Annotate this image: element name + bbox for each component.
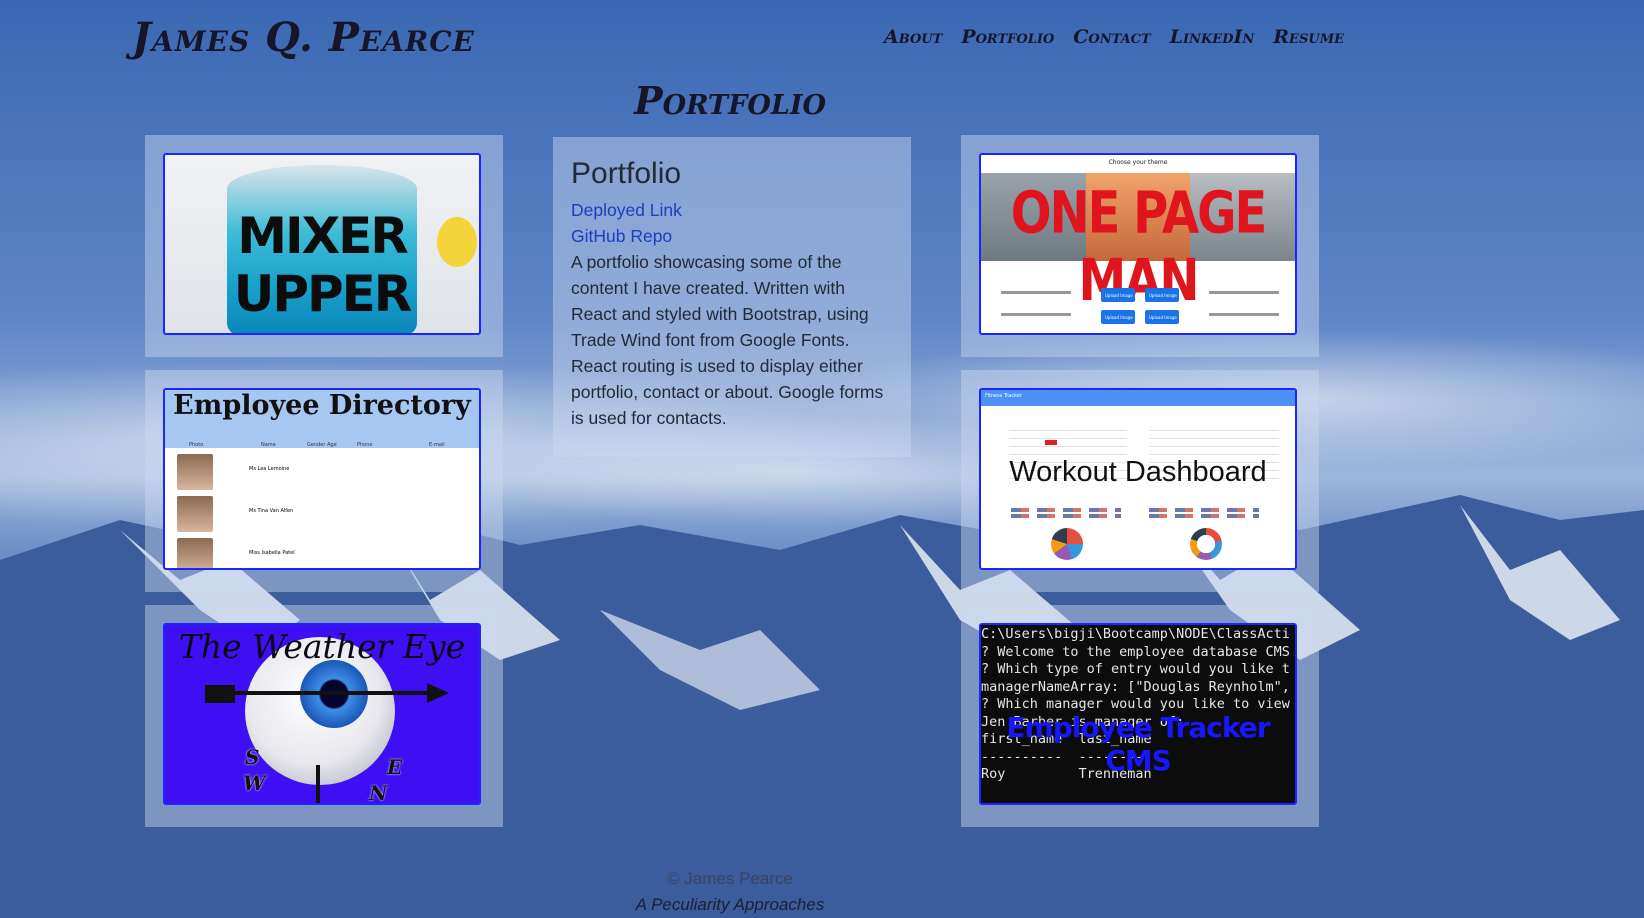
- caption-line: [1001, 291, 1071, 294]
- terminal-line: managerNameArray: ["Douglas Reynholm",: [981, 678, 1290, 695]
- employee-name: Miss Isabella Patel: [249, 550, 295, 556]
- project-info-panel: Portfolio Deployed Link GitHub Repo A po…: [553, 137, 911, 457]
- upload-image-button: Upload Image: [1145, 310, 1179, 324]
- nav-about[interactable]: About: [884, 26, 942, 48]
- column-header: E-mail: [429, 442, 445, 448]
- table-row: Ms Lea Lemoine: [177, 452, 473, 492]
- thumbnail-label: The Weather Eye: [178, 627, 466, 666]
- employee-name: Ms Lea Lemoine: [249, 466, 290, 472]
- terminal-line: ? Welcome to the employee database CMS: [981, 643, 1290, 660]
- nav-portfolio[interactable]: Portfolio: [961, 26, 1054, 48]
- column-header: Photo: [189, 442, 204, 448]
- directory-columns: Photo Name Gender Age Phone E-mail: [165, 442, 479, 450]
- thumbnail-label: MIXER UPPER: [233, 207, 413, 323]
- nav-contact[interactable]: Contact: [1073, 26, 1150, 48]
- project-thumbnail-weather-eye[interactable]: The Weather Eye S W E N: [163, 623, 481, 805]
- project-tile-one-page-man: Choose your theme ONE PAGE MAN Upload Im…: [961, 135, 1319, 357]
- project-thumbnail-mixer-upper[interactable]: MIXER UPPER: [163, 153, 481, 335]
- button-label: Upload Image: [1149, 293, 1177, 298]
- caption-line: [1209, 291, 1279, 294]
- thumbnail-label: ONE PAGE MAN: [1010, 179, 1268, 315]
- table-row: Ms Tina Van Alfen: [177, 494, 473, 534]
- copyright-text: © James Pearce: [667, 869, 793, 888]
- project-thumbnail-one-page-man[interactable]: Choose your theme ONE PAGE MAN Upload Im…: [979, 153, 1297, 335]
- project-tile-employee-directory: Employee Directory Photo Name Gender Age…: [145, 370, 503, 592]
- upload-image-button: Upload Image: [1101, 288, 1135, 302]
- thumbnail-label: Workout Dashboard: [1009, 456, 1267, 488]
- project-tile-workout-dashboard: Fitness Tracker Workout Dashboard: [961, 370, 1319, 592]
- legend-row: [1011, 514, 1121, 518]
- project-title: Portfolio: [571, 157, 682, 190]
- legend-row: [1011, 508, 1121, 512]
- github-repo-link[interactable]: GitHub Repo: [571, 223, 893, 249]
- project-thumbnail-workout-dashboard[interactable]: Fitness Tracker Workout Dashboard: [979, 388, 1297, 570]
- legend-row: [1149, 514, 1259, 518]
- theme-caption: Choose your theme: [1108, 159, 1168, 166]
- app-bar-title: Fitness Tracker: [985, 393, 1022, 399]
- project-tile-weather-eye: The Weather Eye S W E N: [145, 605, 503, 827]
- donut-chart: [1190, 528, 1222, 560]
- thumbnail-label: Employee Tracker CMS: [1006, 711, 1270, 777]
- compass-letter: W: [243, 771, 266, 795]
- project-tile-employee-tracker: C:\Users\bigji\Bootcamp\NODE\ClassActi? …: [961, 605, 1319, 827]
- site-title[interactable]: James Q. Pearce: [132, 14, 475, 61]
- compass-letter: N: [369, 781, 388, 805]
- column-header: Gender: [307, 442, 326, 448]
- weathervane-pole: [316, 765, 320, 803]
- upload-image-button: Upload Image: [1145, 288, 1179, 302]
- project-thumbnail-employee-directory[interactable]: Employee Directory Photo Name Gender Age…: [163, 388, 481, 570]
- employee-name: Ms Tina Van Alfen: [249, 508, 294, 514]
- compass-letter: E: [387, 755, 403, 779]
- column-header: Name: [261, 442, 276, 448]
- caption-line: [1209, 313, 1279, 316]
- chart-legend-swatch: [1045, 440, 1057, 445]
- nav-linkedin[interactable]: LinkedIn: [1170, 26, 1255, 48]
- terminal-line: ? Which type of entry would you like t: [981, 661, 1290, 677]
- main-nav: About Portfolio Contact LinkedIn Resume: [884, 26, 1344, 48]
- avatar: [177, 496, 213, 532]
- thumbnail-label: Employee Directory: [165, 390, 479, 448]
- footer: © James Pearce A Peculiarity Approaches: [0, 866, 1460, 918]
- pie-chart: [1051, 528, 1083, 560]
- table-row: Miss Isabella Patel: [177, 536, 473, 568]
- caption-line: [1001, 313, 1071, 316]
- project-tile-mixer-upper: MIXER UPPER: [145, 135, 503, 357]
- button-label: Upload Image: [1105, 293, 1133, 298]
- compass-letter: S: [245, 745, 260, 769]
- button-label: Upload Image: [1149, 315, 1177, 320]
- button-label: Upload Image: [1105, 315, 1133, 320]
- legend-row: [1149, 508, 1259, 512]
- avatar: [177, 538, 213, 568]
- project-description: A portfolio showcasing some of the conte…: [571, 252, 884, 428]
- nav-resume[interactable]: Resume: [1273, 26, 1344, 48]
- column-header: Phone: [357, 442, 373, 448]
- page-heading: Portfolio: [634, 78, 826, 123]
- avatar: [177, 454, 213, 490]
- weathervane-arrow: [205, 691, 430, 695]
- app-bar: Fitness Tracker: [981, 390, 1295, 406]
- arrowhead-icon: [427, 683, 449, 703]
- tagline-text: A Peculiarity Approaches: [635, 895, 825, 914]
- column-header: Age: [327, 442, 337, 448]
- deployed-link[interactable]: Deployed Link: [571, 197, 893, 223]
- project-thumbnail-employee-tracker[interactable]: C:\Users\bigji\Bootcamp\NODE\ClassActi? …: [979, 623, 1297, 805]
- upload-image-button: Upload Image: [1101, 310, 1135, 324]
- arrow-tail: [205, 685, 235, 703]
- terminal-line: C:\Users\bigji\Bootcamp\NODE\ClassActi: [981, 626, 1290, 642]
